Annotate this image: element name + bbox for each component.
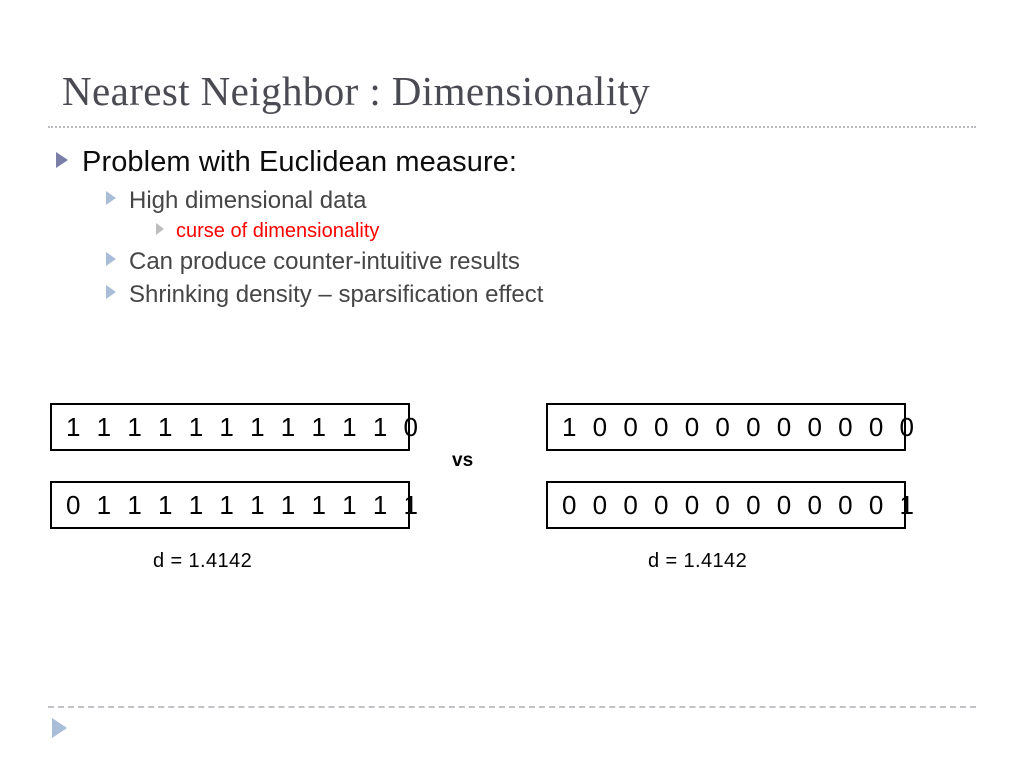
bullet-item-problem: Problem with Euclidean measure: bbox=[56, 146, 836, 179]
page-title: Nearest Neighbor : Dimensionality bbox=[62, 68, 651, 114]
distance-label-right: d = 1.4142 bbox=[648, 550, 748, 572]
vector-box-right-bottom: 0 0 0 0 0 0 0 0 0 0 0 1 bbox=[546, 481, 914, 529]
vector-box-left-top: 1 1 1 1 1 1 1 1 1 1 1 0 bbox=[50, 403, 418, 451]
bullet-item-counter-intuitive: Can produce counter-intuitive results bbox=[106, 248, 836, 276]
bullet-label-highlighted: curse of dimensionality bbox=[176, 220, 380, 242]
footer-divider bbox=[48, 706, 976, 708]
vector-value: 1 1 1 1 1 1 1 1 1 1 1 0 bbox=[66, 411, 423, 442]
vector-box-left-bottom: 0 1 1 1 1 1 1 1 1 1 1 1 bbox=[50, 481, 418, 529]
vector-value: 1 0 0 0 0 0 0 0 0 0 0 0 bbox=[562, 411, 919, 442]
distance-label-left: d = 1.4142 bbox=[153, 550, 253, 572]
vector-box-right-top: 1 0 0 0 0 0 0 0 0 0 0 0 bbox=[546, 403, 914, 451]
bullet-label: Can produce counter-intuitive results bbox=[129, 248, 520, 275]
triangle-bullet-icon bbox=[56, 152, 68, 168]
vector-value: 0 0 0 0 0 0 0 0 0 0 0 1 bbox=[562, 489, 919, 520]
triangle-bullet-icon bbox=[52, 718, 67, 738]
vector-value: 0 1 1 1 1 1 1 1 1 1 1 1 bbox=[66, 489, 423, 520]
bullet-list: Problem with Euclidean measure: High dim… bbox=[56, 146, 836, 314]
vs-separator-label: vs bbox=[452, 450, 474, 471]
triangle-bullet-icon bbox=[106, 252, 116, 266]
bullet-label: Shrinking density – sparsification effec… bbox=[129, 281, 544, 308]
title-divider bbox=[48, 126, 976, 128]
triangle-bullet-icon bbox=[106, 191, 116, 205]
triangle-bullet-icon bbox=[106, 285, 116, 299]
bullet-item-shrinking-density: Shrinking density – sparsification effec… bbox=[106, 281, 836, 309]
vector-comparison-diagram: 1 1 1 1 1 1 1 1 1 1 1 0 0 1 1 1 1 1 1 1 … bbox=[0, 398, 1024, 598]
bullet-item-high-dimensional: High dimensional data bbox=[106, 187, 836, 215]
triangle-bullet-icon bbox=[156, 223, 164, 235]
bullet-label: Problem with Euclidean measure: bbox=[82, 146, 518, 178]
bullet-label: High dimensional data bbox=[129, 187, 367, 214]
bullet-item-curse-of-dimensionality: curse of dimensionality bbox=[156, 220, 836, 243]
